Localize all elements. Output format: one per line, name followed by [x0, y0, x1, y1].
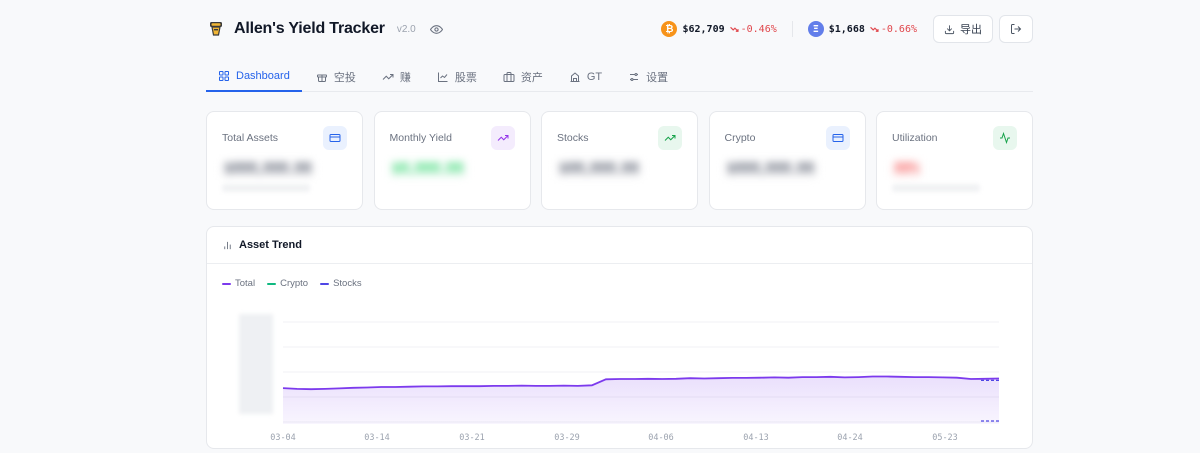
btc-price: $62,709 [682, 23, 725, 35]
card-total-assets: Total Assets $888,888.88 [206, 111, 363, 210]
card-label: Total Assets [222, 132, 279, 144]
tab-label: 资产 [520, 71, 543, 84]
eth-change-value: -0.66% [880, 23, 917, 35]
trending-up-icon [490, 126, 515, 150]
btc-ticker: ₿ $62,709 -0.46% [661, 21, 777, 37]
app-header: Allen's Yield Tracker v2.0 ₿ $62,709 -0.… [206, 14, 1033, 44]
tab-assets[interactable]: 资产 [491, 62, 555, 91]
x-tick-label: 03-29 [554, 433, 580, 443]
tab-label: 设置 [646, 71, 669, 84]
card-utilization: Utilization 88% [876, 111, 1033, 210]
card-label: Utilization [892, 132, 938, 144]
tab-dashboard[interactable]: Dashboard [206, 62, 302, 92]
bar-chart-icon [224, 241, 231, 249]
btc-change-value: -0.46% [740, 23, 777, 35]
logout-button[interactable] [999, 15, 1033, 43]
gift-icon [316, 74, 327, 82]
bitcoin-icon: ₿ [661, 21, 678, 37]
credit-card-icon [323, 126, 347, 150]
divider [791, 21, 793, 37]
tab-gt[interactable]: GT [557, 62, 614, 91]
tab-label: 赚 [399, 71, 411, 84]
panel-header: Asset Trend [207, 227, 1032, 264]
credit-card-icon [825, 126, 850, 150]
x-tick-label: 03-04 [270, 433, 296, 443]
card-label: Monthly Yield [389, 132, 452, 144]
panel-title: Asset Trend [239, 239, 302, 251]
x-tick-label: 04-24 [837, 433, 863, 443]
card-value: $8,888.88 [389, 161, 466, 177]
stat-cards: Total Assets $888,888.88 Monthly Yield $… [206, 111, 1033, 210]
x-tick-label: 04-13 [743, 433, 769, 443]
tab-label: 股票 [454, 71, 477, 84]
x-tick-label: 03-21 [459, 433, 485, 443]
line-chart-icon [437, 72, 448, 82]
card-value: $888,888.88 [222, 161, 315, 177]
tab-label: 空投 [333, 71, 356, 84]
trending-up-icon [382, 73, 394, 80]
tab-label: GT [586, 70, 603, 83]
tab-airdrop[interactable]: 空投 [304, 62, 368, 91]
card-label: Crypto [724, 132, 756, 144]
btc-change: -0.46% [729, 23, 777, 35]
eth-ticker: Ξ $1,668 -0.66% [807, 21, 917, 37]
version-badge: v2.0 [396, 23, 416, 35]
card-label: Stocks [557, 132, 589, 144]
trend-down-icon [870, 26, 879, 32]
asset-trend-chart: 03-04 03-14 03-21 03-29 04-06 04-13 04-24 05-23 [239, 314, 1000, 443]
tab-earn[interactable]: 赚 [370, 62, 423, 91]
building-icon [570, 71, 580, 82]
eth-change: -0.66% [870, 24, 917, 35]
x-tick-label: 03-14 [364, 433, 390, 443]
sliders-icon [630, 72, 639, 81]
export-button[interactable]: 导出 [933, 15, 993, 43]
tab-label: Dashboard [236, 70, 290, 82]
logo-icon [206, 19, 226, 39]
activity-icon [993, 126, 1017, 150]
trending-up-icon [658, 126, 682, 150]
eth-price: $1,668 [828, 23, 865, 35]
card-monthly-yield: Monthly Yield $8,888.88 [373, 111, 531, 210]
card-value: 88% [892, 161, 922, 177]
card-value: $888,888.88 [724, 161, 817, 177]
card-stocks: Stocks $88,888.88 [541, 111, 698, 210]
x-tick-label: 05-23 [932, 433, 958, 443]
ethereum-icon: Ξ [807, 21, 824, 37]
grid-icon [219, 71, 229, 81]
card-subtext [892, 184, 980, 192]
tab-stocks[interactable]: 股票 [425, 62, 489, 91]
main-tabs: Dashboard 空投 赚 股票 资产 GT 设置 [206, 62, 1033, 92]
total-area [283, 376, 999, 424]
tab-settings[interactable]: 设置 [616, 62, 680, 91]
logout-icon [1011, 24, 1022, 34]
x-tick-label: 04-06 [648, 433, 674, 443]
asset-trend-panel: Asset Trend Total Crypto Stocks 03-04 03-… [206, 226, 1033, 449]
briefcase-icon [503, 71, 515, 82]
trend-down-icon [729, 26, 739, 32]
download-icon [944, 24, 955, 34]
card-value: $88,888.88 [557, 161, 642, 177]
y-axis-labels-hidden [239, 314, 273, 414]
eye-icon[interactable] [429, 22, 444, 36]
app-title: Allen's Yield Tracker [234, 20, 385, 37]
card-subtext [222, 184, 310, 192]
export-label: 导出 [960, 24, 982, 36]
card-crypto: Crypto $888,888.88 [708, 111, 866, 210]
